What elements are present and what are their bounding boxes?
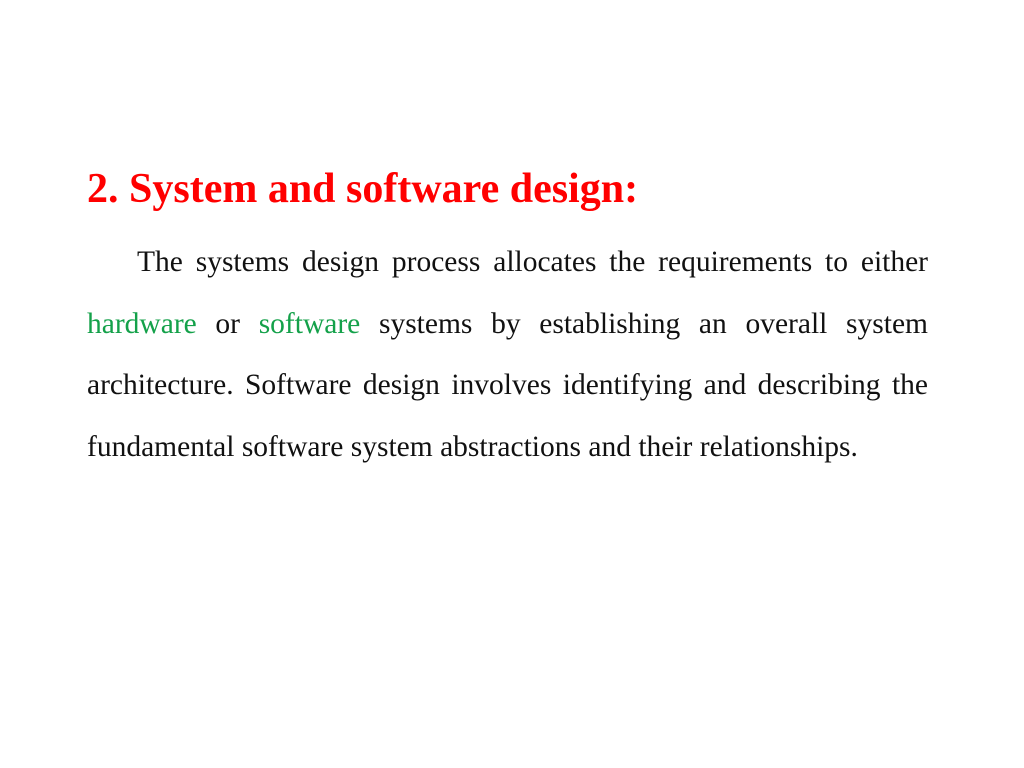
paragraph-text-2: or <box>196 307 259 340</box>
paragraph-text-1: The systems design process allocates the… <box>137 246 928 278</box>
slide-heading: 2. System and software design: <box>87 166 639 212</box>
highlight-software: software <box>258 307 361 340</box>
highlight-hardware: hardware <box>87 307 197 340</box>
slide-paragraph: The systems design process allocates the… <box>87 232 928 478</box>
